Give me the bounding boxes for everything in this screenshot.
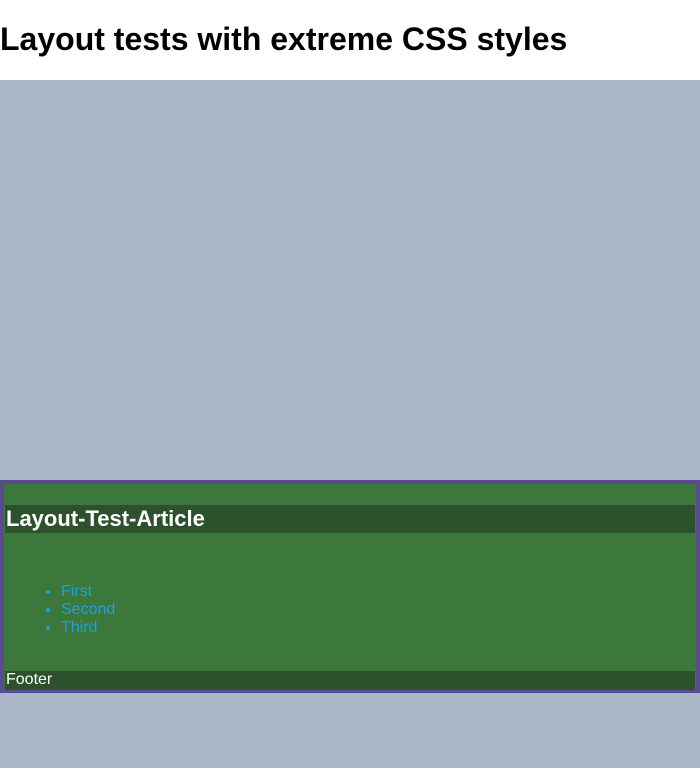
article-footer: Footer xyxy=(5,671,695,690)
layout-test-article: Layout-Test-Article First Second Third F… xyxy=(0,480,700,693)
article-header: Layout-Test-Article xyxy=(5,505,695,533)
footer-text: Footer xyxy=(6,671,53,688)
page-title: Layout tests with extreme CSS styles xyxy=(0,21,568,57)
page-header: Layout tests with extreme CSS styles xyxy=(0,0,700,80)
list-item-second: Second xyxy=(61,601,115,619)
article-list: First Second Third xyxy=(43,583,115,637)
layout-test-area: Layout-Test-Article First Second Third F… xyxy=(0,80,700,768)
list-item-first: First xyxy=(61,583,115,601)
article-title: Layout-Test-Article xyxy=(6,506,205,531)
list-item-third: Third xyxy=(61,619,115,637)
